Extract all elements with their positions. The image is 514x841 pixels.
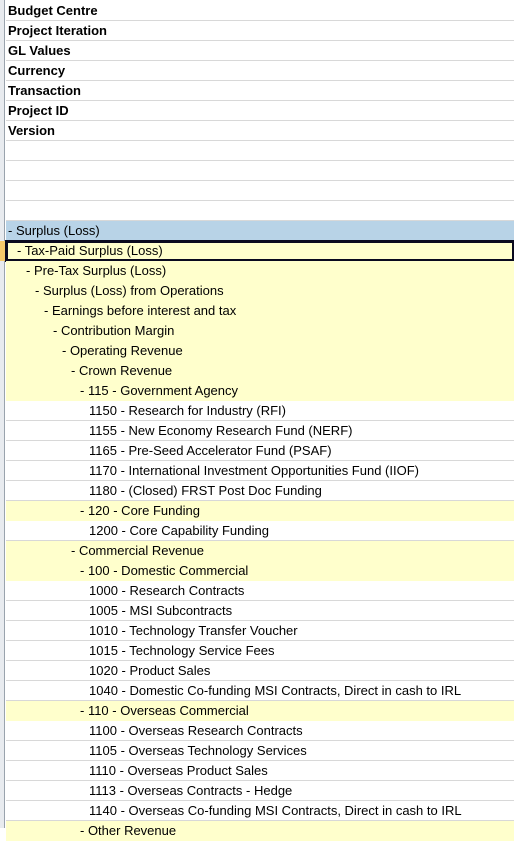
hierarchy-node-row[interactable]: - Surplus (Loss): [6, 221, 514, 241]
parameter-row[interactable]: Version: [6, 121, 514, 141]
hierarchy-node-row[interactable]: - Contribution Margin: [6, 321, 514, 341]
row-header-gutter: [0, 0, 5, 828]
parameter-label: Project ID: [8, 103, 69, 118]
account-row[interactable]: 1200 - Core Capability Funding: [6, 521, 514, 541]
hierarchy-node-row[interactable]: - 115 - Government Agency: [6, 381, 514, 401]
account-row[interactable]: 1010 - Technology Transfer Voucher: [6, 621, 514, 641]
account-row[interactable]: 1100 - Overseas Research Contracts: [6, 721, 514, 741]
account-label: 1170 - International Investment Opportun…: [89, 463, 419, 478]
empty-row[interactable]: [6, 201, 514, 221]
node-label: - Surplus (Loss) from Operations: [35, 283, 224, 298]
account-row[interactable]: 1015 - Technology Service Fees: [6, 641, 514, 661]
node-label: - Contribution Margin: [53, 323, 175, 338]
hierarchy-node-row[interactable]: - Earnings before interest and tax: [6, 301, 514, 321]
parameter-row[interactable]: GL Values: [6, 41, 514, 61]
parameter-row[interactable]: Budget Centre: [6, 1, 514, 21]
account-label: 1020 - Product Sales: [89, 663, 211, 678]
parameter-row[interactable]: Currency: [6, 61, 514, 81]
node-label: - Surplus (Loss): [8, 223, 100, 238]
account-row[interactable]: 1110 - Overseas Product Sales: [6, 761, 514, 781]
parameter-label: Currency: [8, 63, 66, 78]
node-label: - Commercial Revenue: [71, 543, 204, 558]
account-label: 1040 - Domestic Co-funding MSI Contracts…: [89, 683, 462, 698]
hierarchy-node-row[interactable]: - Crown Revenue: [6, 361, 514, 381]
parameter-row[interactable]: Transaction: [6, 81, 514, 101]
account-row[interactable]: 1113 - Overseas Contracts - Hedge: [6, 781, 514, 801]
hierarchy-node-row[interactable]: - Other Revenue: [6, 821, 514, 841]
account-label: 1113 - Overseas Contracts - Hedge: [89, 783, 293, 798]
account-row[interactable]: 1180 - (Closed) FRST Post Doc Funding: [6, 481, 514, 501]
parameter-row[interactable]: Project ID: [6, 101, 514, 121]
empty-row[interactable]: [6, 141, 514, 161]
account-row[interactable]: 1005 - MSI Subcontracts: [6, 601, 514, 621]
account-label: 1150 - Research for Industry (RFI): [89, 403, 286, 418]
hierarchy-node-row[interactable]: - Tax-Paid Surplus (Loss): [5, 240, 514, 262]
node-label: - 115 - Government Agency: [80, 383, 239, 398]
empty-row[interactable]: [6, 181, 514, 201]
account-label: 1000 - Research Contracts: [89, 583, 245, 598]
hierarchy-node-row[interactable]: - Pre-Tax Surplus (Loss): [6, 261, 514, 281]
account-label: 1010 - Technology Transfer Voucher: [89, 623, 298, 638]
account-row[interactable]: 1165 - Pre-Seed Accelerator Fund (PSAF): [6, 441, 514, 461]
hierarchy-node-row[interactable]: - Commercial Revenue: [6, 541, 514, 561]
node-label: - 110 - Overseas Commercial: [80, 703, 249, 718]
account-label: 1015 - Technology Service Fees: [89, 643, 275, 658]
account-label: 1155 - New Economy Research Fund (NERF): [89, 423, 353, 438]
node-label: - Earnings before interest and tax: [44, 303, 237, 318]
node-label: - 120 - Core Funding: [80, 503, 200, 518]
empty-row[interactable]: [6, 161, 514, 181]
account-label: 1005 - MSI Subcontracts: [89, 603, 233, 618]
node-label: - Operating Revenue: [62, 343, 183, 358]
account-row[interactable]: 1150 - Research for Industry (RFI): [6, 401, 514, 421]
hierarchy-node-row[interactable]: - Surplus (Loss) from Operations: [6, 281, 514, 301]
parameter-label: Budget Centre: [8, 3, 98, 18]
node-label: - Other Revenue: [80, 823, 177, 838]
parameter-label: GL Values: [8, 43, 71, 58]
account-label: 1110 - Overseas Product Sales: [89, 763, 268, 778]
hierarchy-node-row[interactable]: - 100 - Domestic Commercial: [6, 561, 514, 581]
account-row[interactable]: 1020 - Product Sales: [6, 661, 514, 681]
account-label: 1140 - Overseas Co-funding MSI Contracts…: [89, 803, 462, 818]
hierarchy-node-row[interactable]: - 110 - Overseas Commercial: [6, 701, 514, 721]
parameter-row[interactable]: Project Iteration: [6, 21, 514, 41]
node-label: - 100 - Domestic Commercial: [80, 563, 249, 578]
account-row[interactable]: 1105 - Overseas Technology Services: [6, 741, 514, 761]
hierarchy-node-row[interactable]: - 120 - Core Funding: [6, 501, 514, 521]
account-row[interactable]: 1140 - Overseas Co-funding MSI Contracts…: [6, 801, 514, 821]
account-label: 1105 - Overseas Technology Services: [89, 743, 307, 758]
account-row[interactable]: 1000 - Research Contracts: [6, 581, 514, 601]
account-row[interactable]: 1170 - International Investment Opportun…: [6, 461, 514, 481]
node-label: - Pre-Tax Surplus (Loss): [26, 263, 167, 278]
account-label: 1165 - Pre-Seed Accelerator Fund (PSAF): [89, 443, 332, 458]
parameter-label: Version: [8, 123, 55, 138]
parameter-label: Project Iteration: [8, 23, 107, 38]
account-label: 1100 - Overseas Research Contracts: [89, 723, 303, 738]
node-label: - Tax-Paid Surplus (Loss): [17, 243, 163, 258]
hierarchy-node-row[interactable]: - Operating Revenue: [6, 341, 514, 361]
account-label: 1180 - (Closed) FRST Post Doc Funding: [89, 483, 322, 498]
account-label: 1200 - Core Capability Funding: [89, 523, 269, 538]
node-label: - Crown Revenue: [71, 363, 173, 378]
account-row[interactable]: 1040 - Domestic Co-funding MSI Contracts…: [6, 681, 514, 701]
selected-row-marker: [0, 241, 5, 261]
spreadsheet-grid: Budget Centre Project Iteration GL Values C…: [5, 1, 514, 841]
account-row[interactable]: 1155 - New Economy Research Fund (NERF): [6, 421, 514, 441]
parameter-label: Transaction: [8, 83, 81, 98]
